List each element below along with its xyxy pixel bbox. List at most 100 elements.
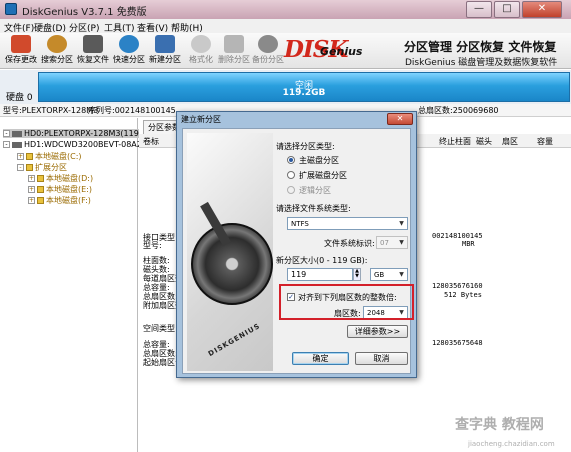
partition-icon [37,186,44,193]
disk-total-sectors: 总扇区数:250069680 [418,106,499,115]
value-sector-size: 512 Bytes [444,291,482,299]
hard-disk-illustration: DISKGENIUS [187,133,273,371]
cancel-button[interactable]: 取消 [355,352,408,365]
filesystem-id-value: 07 [380,239,389,247]
expand-icon[interactable]: + [28,186,35,193]
size-unit-select[interactable]: GB ▼ [370,268,408,281]
size-unit-value: GB [374,271,385,279]
partition-size-input[interactable]: 119 [287,268,353,281]
tree-node-hd0[interactable]: - HD0:PLEXTORPX-128M3(119GB) [3,129,154,138]
radio-logical[interactable] [287,186,295,194]
new-partition-button[interactable]: 新建分区 [146,34,184,68]
new-partition-label: 新建分区 [149,55,181,64]
dialog-close-button[interactable]: ✕ [387,113,413,125]
radio-primary[interactable] [287,156,295,164]
filesystem-id-select[interactable]: 07 ▼ [376,236,408,249]
extended-partition-icon [26,164,33,171]
format-icon [191,35,211,53]
expand-icon[interactable]: + [28,175,35,182]
logo-small-text: Genius [320,45,363,58]
filesystem-select[interactable]: NTFS ▼ [287,217,408,230]
watermark-url: jiaocheng.chazidian.com [468,440,555,448]
tree-node-c[interactable]: + 本地磁盘(C:) [17,151,82,162]
brand-slogan: 分区管理 分区恢复 文件恢复 [404,40,557,54]
collapse-icon[interactable]: - [3,141,10,148]
quick-partition-label: 快速分区 [113,55,145,64]
backup-partition-icon [258,35,278,53]
tree-node-hd1[interactable]: - HD1:WDCWD3200BEVT-08A23T1 [3,140,157,149]
label-space-type: 空间类型 [143,324,175,333]
filesystem-id-label: 文件系统标识: [324,239,375,248]
tree-node-label: HD0:PLEXTORPX-128M3(119GB) [24,129,154,138]
ok-button[interactable]: 确定 [292,352,349,365]
col-volume: 卷标 [143,137,159,146]
tree-node-e[interactable]: + 本地磁盘(E:) [28,184,92,195]
collapse-icon[interactable]: - [3,130,10,137]
minimize-button[interactable]: — [466,1,492,18]
disk-map: 硬盘 0 空闲 119.2GB [0,70,571,104]
partition-type-label: 请选择分区类型: [276,142,335,151]
partition-icon [37,197,44,204]
tree-node-label: 本地磁盘(D:) [46,174,94,183]
radio-logical-label[interactable]: 逻辑分区 [299,185,331,196]
save-label: 保存更改 [5,55,37,64]
title-bar: DiskGenius V3.7.1 免费版 — □ ✕ [0,0,571,19]
disk-tree: - HD0:PLEXTORPX-128M3(119GB) - HD1:WDCWD32… [0,118,157,452]
col-head: 磁头 [476,137,492,146]
partition-icon [37,175,44,182]
expand-icon[interactable]: + [28,197,35,204]
radio-extended-label[interactable]: 扩展磁盘分区 [299,170,347,181]
maximize-button[interactable]: □ [494,1,520,18]
delete-partition-button[interactable]: 删除分区 [215,34,253,68]
value-partition-style: MBR [462,240,475,248]
close-button[interactable]: ✕ [522,1,562,18]
tree-node-label: 本地磁盘(C:) [35,152,82,161]
partition-size-label: 新分区大小(0 - 119 GB): [276,256,368,265]
details-button[interactable]: 详细参数>> [347,325,408,338]
save-button[interactable]: 保存更改 [2,34,40,68]
chevron-down-icon: ▼ [399,239,404,246]
tree-node-d[interactable]: + 本地磁盘(D:) [28,173,93,184]
tree-node-label: HD1:WDCWD3200BEVT-08A23T1 [24,140,157,149]
partition-size-value: 119 [291,270,307,279]
value-free-bytes: 128035675648 [432,339,483,347]
value-total-bytes: 128035676160 [432,282,483,290]
search-partition-label: 搜索分区 [41,55,73,64]
delete-partition-label: 删除分区 [218,55,250,64]
search-partition-icon [47,35,67,53]
disk-icon [12,130,22,137]
radio-primary-label[interactable]: 主磁盘分区 [299,155,339,166]
diskgenius-logo: DISK Genius [282,36,382,66]
watermark-title: 查字典 教程网 [455,417,544,433]
value-serial: 002148100145 [432,232,483,240]
new-partition-icon [155,35,175,53]
col-sector: 扇区 [502,137,518,146]
free-space-size: 119.2GB [282,88,326,98]
recover-file-icon [83,35,103,53]
dialog-title: 建立新分区 [181,115,221,124]
highlight-box [279,284,414,320]
collapse-icon[interactable]: - [17,164,24,171]
tree-node-extended[interactable]: - 扩展分区 [17,162,67,173]
tree-node-label: 本地磁盘(F:) [46,196,91,205]
save-icon [11,35,31,53]
tree-node-label: 扩展分区 [35,163,67,172]
recover-file-button[interactable]: 恢复文件 [74,34,112,68]
quick-partition-button[interactable]: 快速分区 [110,34,148,68]
disk-icon [12,141,22,148]
partition-icon [26,153,33,160]
label-model: 型号: [143,241,162,250]
disk-platter-icon [191,223,273,305]
recover-file-label: 恢复文件 [77,55,109,64]
free-space-bar[interactable]: 空闲 119.2GB [38,72,570,102]
search-partition-button[interactable]: 搜索分区 [38,34,76,68]
delete-partition-icon [224,35,244,53]
chevron-down-icon: ▼ [399,220,404,227]
tree-node-f[interactable]: + 本地磁盘(F:) [28,195,91,206]
tree-node-label: 本地磁盘(E:) [46,185,92,194]
radio-extended[interactable] [287,171,295,179]
size-spinner[interactable]: ▲ ▼ [353,268,361,281]
brand-subslogan: DiskGenius 磁盘管理及数据恢复软件 [405,58,558,68]
expand-icon[interactable]: + [17,153,24,160]
disk-serial: 序列号:002148100145 [88,106,176,115]
